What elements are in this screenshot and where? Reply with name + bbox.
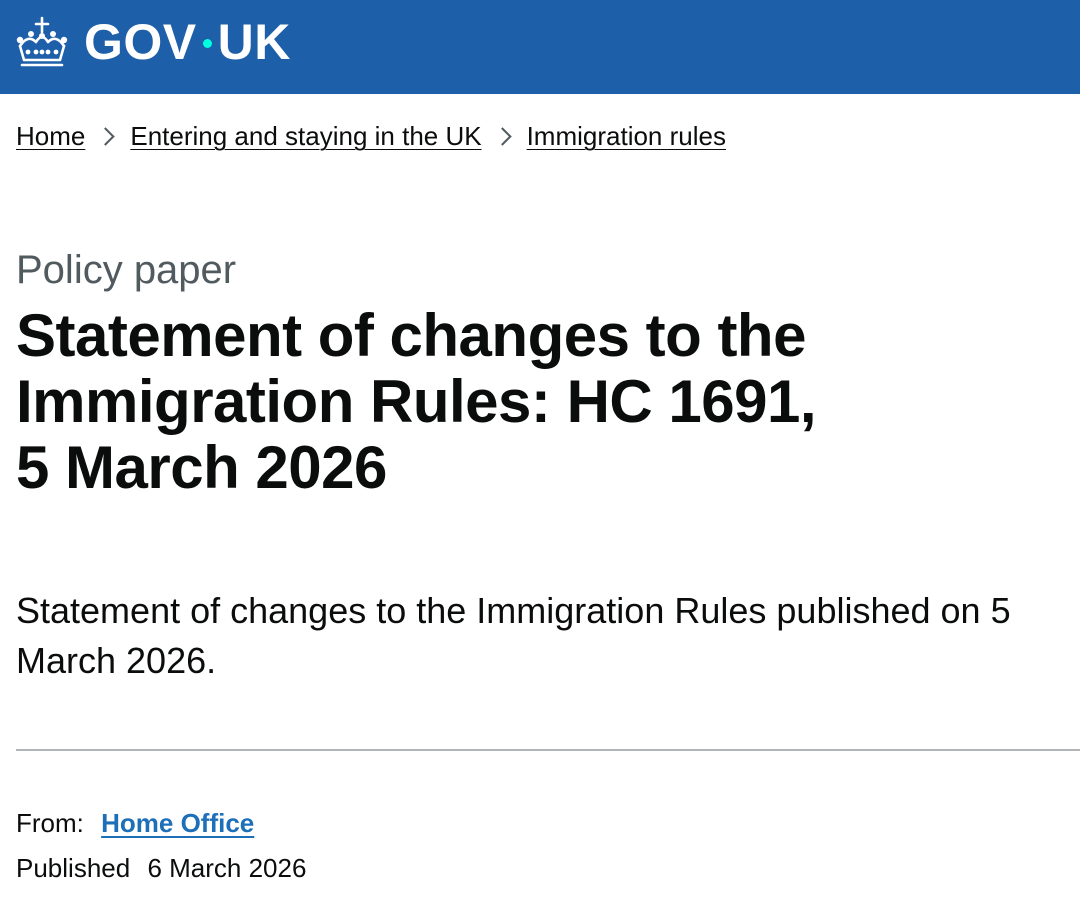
govuk-logo-link[interactable]: GOV UK bbox=[14, 14, 291, 70]
chevron-right-icon bbox=[96, 126, 116, 146]
govuk-wordmark: GOV UK bbox=[84, 17, 291, 67]
chevron-right-icon bbox=[492, 126, 512, 146]
from-label: From: bbox=[16, 808, 84, 838]
site-header: GOV UK bbox=[0, 0, 1080, 94]
page-title: Statement of changes to the Immigration … bbox=[16, 302, 817, 501]
page-summary: Statement of changes to the Immigration … bbox=[16, 590, 1011, 681]
published-label: Published bbox=[16, 853, 131, 883]
breadcrumb: Home Entering and staying in the UK Immi… bbox=[16, 118, 726, 154]
breadcrumb-home-link[interactable]: Home bbox=[16, 118, 85, 154]
metadata-from: From: Home Office bbox=[16, 806, 254, 840]
breadcrumb-immigration-rules-link[interactable]: Immigration rules bbox=[527, 118, 726, 154]
crown-icon bbox=[16, 16, 68, 67]
wordmark-dot-icon bbox=[202, 38, 212, 48]
published-date: 6 March 2026 bbox=[147, 853, 307, 883]
section-divider bbox=[16, 749, 1080, 751]
wordmark-right: UK bbox=[217, 14, 291, 70]
document-type-caption: Policy paper bbox=[16, 248, 237, 292]
breadcrumb-entering-staying-link[interactable]: Entering and staying in the UK bbox=[130, 118, 481, 154]
wordmark-left: GOV bbox=[84, 14, 197, 70]
metadata-published: Published 6 March 2026 bbox=[16, 851, 306, 885]
home-office-link[interactable]: Home Office bbox=[101, 808, 254, 838]
